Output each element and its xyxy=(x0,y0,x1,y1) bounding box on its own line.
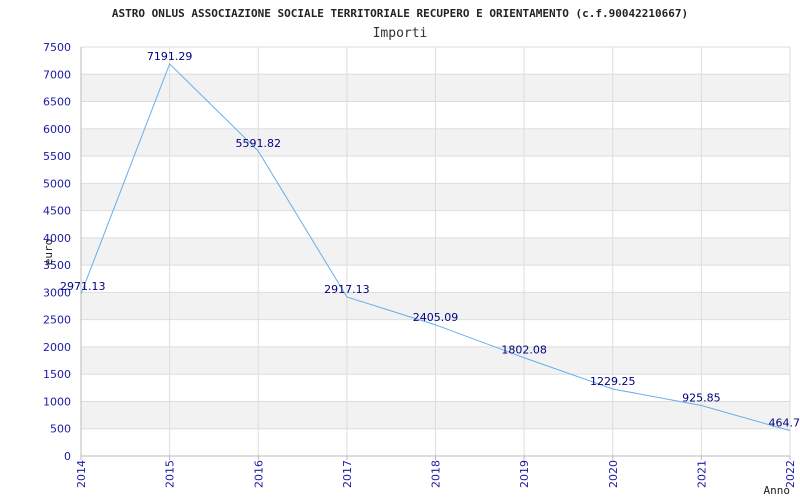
x-tick-label: 2017 xyxy=(341,460,354,488)
y-tick-label: 1000 xyxy=(43,395,71,408)
x-axis-label: Anno xyxy=(764,484,791,497)
y-tick-label: 5000 xyxy=(43,177,71,190)
data-label: 7191.29 xyxy=(147,50,193,63)
x-tick-label: 2015 xyxy=(164,460,177,488)
y-tick-label: 1500 xyxy=(43,368,71,381)
data-label: 2971.13 xyxy=(60,280,106,293)
data-label: 1229.25 xyxy=(590,375,636,388)
y-tick-label: 6000 xyxy=(43,123,71,136)
chart-subtitle: Importi xyxy=(373,26,428,41)
y-tick-label: 2500 xyxy=(43,314,71,327)
x-tick-label: 2018 xyxy=(430,460,443,488)
x-axis-ticks: 2014 2015 2016 2017 2018 2019 2020 2021 2022 xyxy=(75,456,797,488)
y-tick-label: 5500 xyxy=(43,150,71,163)
y-tick-label: 0 xyxy=(64,450,71,463)
line-chart: ASTRO ONLUS ASSOCIAZIONE SOCIALE TERRITO… xyxy=(42,7,800,497)
x-tick-label: 2014 xyxy=(75,460,88,488)
y-tick-label: 2000 xyxy=(43,341,71,354)
y-axis-label: euro xyxy=(42,239,55,266)
data-label: 2917.13 xyxy=(324,283,370,296)
y-tick-label: 4500 xyxy=(43,205,71,218)
x-tick-label: 2019 xyxy=(518,460,531,488)
y-tick-label: 7000 xyxy=(43,68,71,81)
x-tick-label: 2021 xyxy=(695,460,708,488)
data-label: 925.85 xyxy=(682,392,721,405)
y-tick-label: 500 xyxy=(50,423,71,436)
data-label: 2405.09 xyxy=(413,311,459,324)
y-tick-label: 7500 xyxy=(43,41,71,54)
data-label: 1802.08 xyxy=(501,344,547,357)
data-label: 464.7 xyxy=(769,417,800,430)
data-label: 5591.82 xyxy=(236,137,282,150)
x-tick-label: 2016 xyxy=(252,460,265,488)
y-tick-label: 6500 xyxy=(43,96,71,109)
chart-title: ASTRO ONLUS ASSOCIAZIONE SOCIALE TERRITO… xyxy=(112,7,688,20)
x-tick-label: 2020 xyxy=(607,460,620,488)
